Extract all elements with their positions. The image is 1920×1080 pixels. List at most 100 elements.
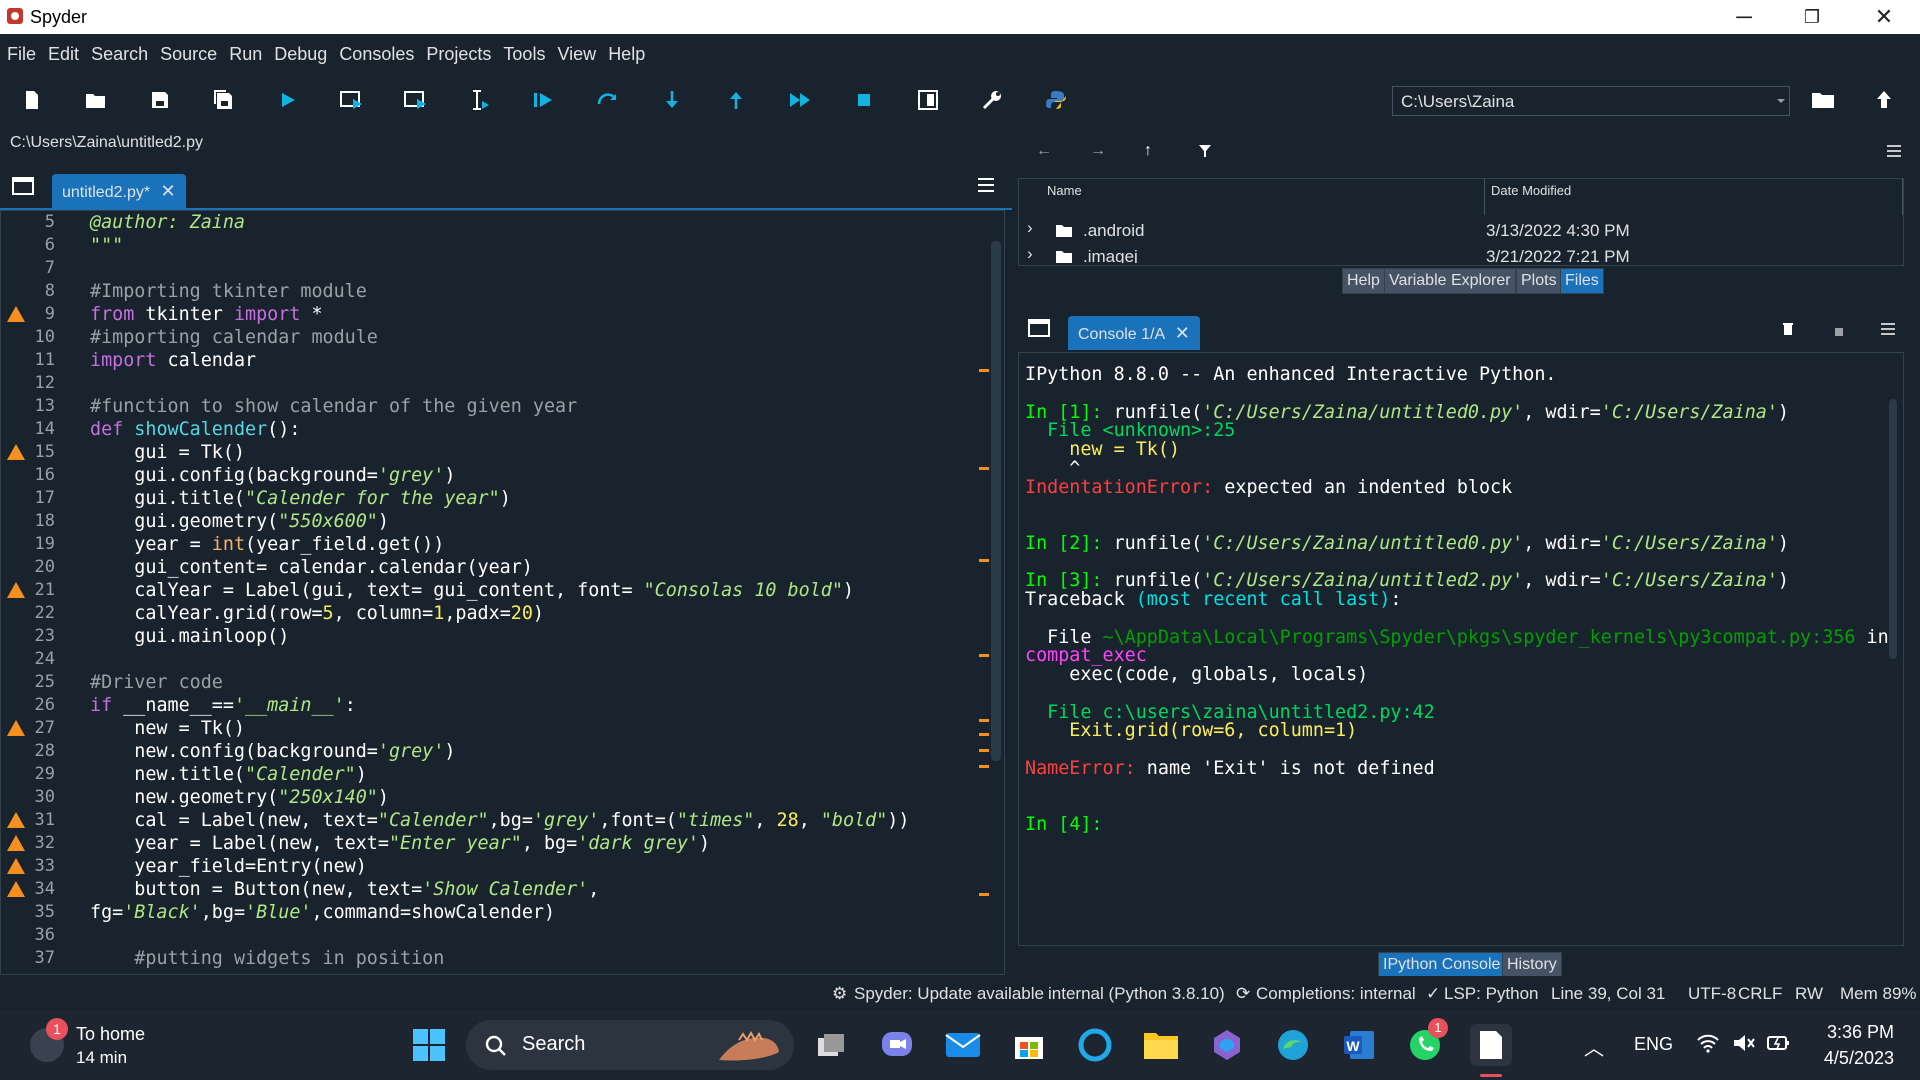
code-line[interactable]: 11 import calendar	[1, 349, 1001, 372]
microsoft-store-icon[interactable]	[1008, 1024, 1050, 1066]
menu-consoles[interactable]: Consoles	[339, 34, 414, 65]
editor-scrollbar[interactable]	[991, 241, 1001, 761]
browse-folder-icon[interactable]	[1810, 88, 1836, 117]
code-line[interactable]: 22 calYear.grid(row=5, column=1,padx=20)	[1, 602, 1001, 625]
maximize-button[interactable]: ❐	[1778, 0, 1846, 34]
code-line[interactable]: 26 if __name__=='__main__':	[1, 694, 1001, 717]
console-scrollbar[interactable]	[1889, 399, 1897, 659]
code-line[interactable]: 19 year = int(year_field.get())	[1, 533, 1001, 556]
code-line[interactable]: 21 calYear = Label(gui, text= gui_conten…	[1, 579, 1001, 602]
close-console-icon[interactable]: ✕	[1175, 323, 1190, 343]
console-tab[interactable]: Console 1/A ✕	[1068, 316, 1200, 350]
taskbar-search-box[interactable]: Search	[466, 1020, 794, 1070]
back-arrow-icon[interactable]: ←	[1036, 142, 1052, 160]
step-icon[interactable]	[594, 86, 622, 114]
close-tab-icon[interactable]: ✕	[161, 181, 176, 201]
menu-source[interactable]: Source	[160, 34, 217, 65]
tab-history[interactable]: History	[1502, 952, 1562, 978]
forward-arrow-icon[interactable]: →	[1090, 142, 1106, 160]
filter-icon[interactable]	[1198, 144, 1212, 163]
code-line[interactable]: 34 button = Button(new, text='Show Calen…	[1, 878, 1001, 901]
code-line[interactable]: 35 fg='Black',bg='Blue',command=showCalen…	[1, 901, 1001, 924]
step-into-icon[interactable]	[658, 86, 686, 114]
code-line[interactable]: 29 new.title("Calender")	[1, 763, 1001, 786]
menu-search[interactable]: Search	[91, 34, 148, 65]
open-file-icon[interactable]	[82, 86, 110, 114]
code-line[interactable]: 18 gui.geometry("550x600")	[1, 510, 1001, 533]
notepad-icon[interactable]	[1470, 1024, 1512, 1066]
menu-tools[interactable]: Tools	[503, 34, 545, 65]
file-row[interactable]: › .android 3/13/2022 4:30 PM	[1019, 218, 1899, 245]
menu-file[interactable]: File	[7, 34, 36, 65]
code-line[interactable]: 14 def showCalender():	[1, 418, 1001, 441]
code-line[interactable]: 16 gui.config(background='grey')	[1, 464, 1001, 487]
expand-chevron-icon[interactable]: ›	[1027, 245, 1033, 263]
code-line[interactable]: 32 year = Label(new, text="Enter year", …	[1, 832, 1001, 855]
clock-time[interactable]: 3:36 PM	[1822, 1022, 1894, 1043]
preferences-icon[interactable]	[978, 86, 1006, 114]
files-options-icon[interactable]	[1886, 144, 1902, 163]
browse-tabs-icon[interactable]	[12, 176, 34, 201]
code-line[interactable]: 28 new.config(background='grey')	[1, 740, 1001, 763]
save-all-icon[interactable]	[210, 86, 238, 114]
working-directory-dropdown[interactable]	[1772, 86, 1790, 116]
status-update[interactable]: Spyder: Update available	[854, 984, 1044, 1004]
code-line[interactable]: 33 year_field=Entry(new)	[1, 855, 1001, 878]
run-cell-advance-icon[interactable]	[402, 86, 430, 114]
tab-variable-explorer[interactable]: Variable Explorer	[1384, 268, 1516, 294]
code-line[interactable]: 8 #Importing tkinter module	[1, 280, 1001, 303]
code-line[interactable]: 24	[1, 648, 1001, 671]
continue-icon[interactable]	[786, 86, 814, 114]
code-line[interactable]: 27 new = Tk()	[1, 717, 1001, 740]
code-line[interactable]: 31 cal = Label(new, text="Calender",bg='…	[1, 809, 1001, 832]
code-line[interactable]: 9 from tkinter import *	[1, 303, 1001, 326]
save-icon[interactable]	[146, 86, 174, 114]
maximize-pane-icon[interactable]	[914, 86, 942, 114]
code-line[interactable]: 23 gui.mainloop()	[1, 625, 1001, 648]
run-icon[interactable]	[274, 86, 302, 114]
ipython-console[interactable]: IPython 8.8.0 -- An enhanced Interactive…	[1018, 352, 1904, 946]
cortana-icon[interactable]	[1074, 1024, 1116, 1066]
code-line[interactable]: 17 gui.title("Calender for the year")	[1, 487, 1001, 510]
expand-chevron-icon[interactable]: ›	[1027, 218, 1033, 238]
menu-run[interactable]: Run	[229, 34, 262, 65]
file-explorer-icon[interactable]	[1140, 1024, 1182, 1066]
wifi-icon[interactable]	[1696, 1032, 1720, 1059]
status-lsp[interactable]: LSP: Python	[1444, 984, 1539, 1004]
code-line[interactable]: 13 #function to show calendar of the give…	[1, 395, 1001, 418]
code-line[interactable]: 6 """	[1, 234, 1001, 257]
clear-console-icon[interactable]	[1782, 322, 1794, 341]
debug-icon[interactable]	[530, 86, 558, 114]
code-line[interactable]: 25 #Driver code	[1, 671, 1001, 694]
stop-icon[interactable]	[850, 86, 878, 114]
clock-date[interactable]: 4/5/2023	[1812, 1048, 1894, 1069]
code-line[interactable]: 36	[1, 924, 1001, 947]
new-file-icon[interactable]	[18, 86, 46, 114]
show-hidden-icons-icon[interactable]: ︿	[1584, 1032, 1604, 1061]
minimize-button[interactable]: ─	[1710, 0, 1778, 34]
widget-title[interactable]: To home	[76, 1024, 145, 1045]
editor-options-icon[interactable]	[976, 176, 996, 199]
parent-directory-icon[interactable]	[1874, 88, 1894, 117]
start-icon[interactable]	[408, 1024, 450, 1066]
menu-edit[interactable]: Edit	[48, 34, 79, 65]
tab-files[interactable]: Files	[1560, 268, 1604, 294]
word-icon[interactable]: W	[1338, 1024, 1380, 1066]
mail-icon[interactable]	[942, 1024, 984, 1066]
console-options-icon[interactable]	[1880, 322, 1896, 341]
battery-icon[interactable]	[1766, 1032, 1792, 1059]
menu-view[interactable]: View	[557, 34, 596, 65]
working-directory-field[interactable]: C:\Users\Zaina	[1392, 86, 1790, 116]
browse-console-tabs-icon[interactable]	[1028, 318, 1050, 343]
copilot-icon[interactable]	[1206, 1024, 1248, 1066]
task-view-icon[interactable]	[810, 1024, 852, 1066]
volume-muted-icon[interactable]	[1732, 1032, 1756, 1059]
code-editor[interactable]: 5 @author: Zaina 6 """ 7 8 #Importing tkinter …	[0, 210, 1005, 975]
editor-tab-untitled2[interactable]: untitled2.py* ✕	[52, 174, 186, 208]
code-line[interactable]: 5 @author: Zaina	[1, 211, 1001, 234]
tab-plots[interactable]: Plots	[1516, 268, 1562, 294]
file-row[interactable]: › .imagej 3/21/2022 7:21 PM	[1019, 245, 1899, 263]
up-arrow-icon[interactable]: ↑	[1144, 142, 1152, 160]
code-line[interactable]: 7	[1, 257, 1001, 280]
code-line[interactable]: 15 gui = Tk()	[1, 441, 1001, 464]
